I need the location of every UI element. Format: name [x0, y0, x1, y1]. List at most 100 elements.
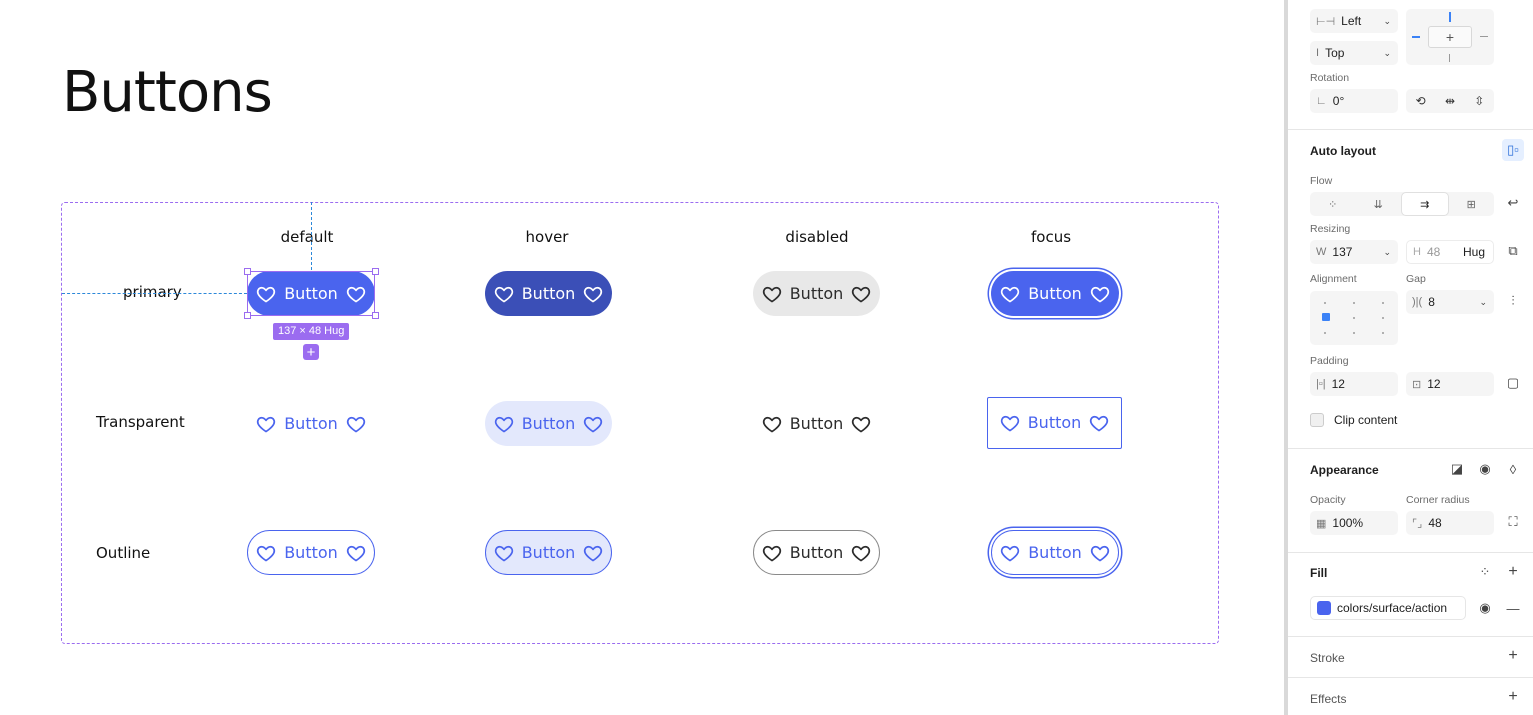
- row-label-primary: primary: [123, 283, 182, 301]
- alignment-grid[interactable]: [1310, 291, 1398, 345]
- constraint-vertical-select[interactable]: I Top ⌄: [1310, 41, 1398, 65]
- heart-icon: [762, 286, 781, 302]
- constraint-left-bar[interactable]: [1412, 36, 1420, 38]
- opacity-input[interactable]: ▦ 100%: [1310, 511, 1398, 535]
- heart-icon: [346, 416, 365, 432]
- blend-mode-drop-icon[interactable]: ◊: [1502, 458, 1524, 480]
- flow-vertical-icon[interactable]: ⇊: [1356, 192, 1402, 216]
- corner-radius-value: 48: [1428, 516, 1442, 530]
- individual-padding-icon[interactable]: ▢: [1502, 372, 1524, 394]
- add-variant-plus-icon[interactable]: +: [303, 344, 319, 360]
- resizing-label: Resizing: [1310, 223, 1351, 235]
- auto-layout-toggle-icon[interactable]: ▯▫: [1502, 139, 1524, 161]
- button-primary-hover[interactable]: Button: [485, 271, 612, 316]
- stroke-title: Stroke: [1310, 651, 1345, 665]
- flip-vertical-icon[interactable]: ⇳: [1474, 94, 1484, 108]
- constraint-widget[interactable]: +: [1406, 9, 1494, 65]
- height-input[interactable]: H 48 Hug: [1406, 240, 1494, 264]
- button-primary-default[interactable]: Button: [247, 271, 375, 316]
- wrap-icon[interactable]: ↩: [1502, 192, 1524, 214]
- padding-vertical-icon: ⊡: [1412, 378, 1422, 391]
- flow-segmented-control: ⁘ ⇊ ⇉ ⊞: [1310, 192, 1494, 216]
- rotate-icon[interactable]: ⟲: [1416, 94, 1426, 108]
- fill-title: Fill: [1310, 566, 1328, 580]
- button-label: Button: [789, 283, 844, 303]
- button-outline-disabled[interactable]: Button: [753, 530, 880, 575]
- padding-vertical-input[interactable]: ⊡ 12: [1406, 372, 1494, 396]
- button-outline-focus[interactable]: Button: [991, 530, 1119, 575]
- heart-icon: [852, 416, 871, 432]
- button-transparent-focus[interactable]: Button: [987, 397, 1122, 449]
- constraint-horizontal-value: Left: [1341, 14, 1362, 28]
- opacity-icon: ▦: [1316, 517, 1327, 530]
- corner-radius-input[interactable]: ⌜⌟ 48: [1406, 511, 1494, 535]
- rotation-input[interactable]: ∟ 0°: [1310, 89, 1398, 113]
- resize-handle-top-right[interactable]: [372, 268, 379, 275]
- constraint-center-icon[interactable]: +: [1428, 26, 1472, 48]
- constraint-bottom-bar[interactable]: [1449, 54, 1450, 62]
- individual-corners-icon[interactable]: ⛶: [1502, 511, 1524, 533]
- eye-icon[interactable]: ◉: [1474, 597, 1496, 619]
- auto-layout-title: Auto layout: [1310, 144, 1376, 158]
- variable-mode-icon[interactable]: ◪: [1446, 458, 1468, 480]
- padding-horizontal-input[interactable]: |▫| 12: [1310, 372, 1398, 396]
- flow-horizontal-icon[interactable]: ⇉: [1401, 192, 1449, 216]
- resize-to-fit-icon[interactable]: ⧉: [1502, 240, 1524, 262]
- fill-color-swatch[interactable]: [1317, 601, 1331, 615]
- add-stroke-icon[interactable]: +: [1502, 645, 1524, 667]
- clip-content-checkbox[interactable]: [1310, 413, 1324, 427]
- constraint-top-bar[interactable]: [1449, 12, 1451, 22]
- row-label-transparent: Transparent: [96, 413, 185, 431]
- flow-freeform-icon[interactable]: ⁘: [1310, 192, 1356, 216]
- button-label: Button: [284, 542, 338, 562]
- button-outline-hover[interactable]: Button: [485, 530, 612, 575]
- button-primary-disabled[interactable]: Button: [753, 271, 880, 316]
- heart-icon: [1000, 415, 1019, 432]
- resize-handle-bottom-left[interactable]: [244, 312, 251, 319]
- width-input[interactable]: W 137 ⌄: [1310, 240, 1398, 264]
- constraint-right-bar[interactable]: [1480, 36, 1488, 37]
- width-prefix: W: [1316, 246, 1327, 258]
- button-transparent-default[interactable]: Button: [247, 401, 375, 446]
- button-label: Button: [1027, 413, 1082, 432]
- remove-fill-icon[interactable]: —: [1502, 597, 1524, 619]
- measurement-guide-vertical: [311, 202, 312, 270]
- add-effect-icon[interactable]: +: [1502, 686, 1524, 708]
- button-transparent-hover[interactable]: Button: [485, 401, 612, 446]
- column-label-hover: hover: [525, 228, 569, 246]
- flip-horizontal-icon[interactable]: ⇹: [1445, 94, 1455, 108]
- section-divider: [1288, 552, 1533, 553]
- opacity-label: Opacity: [1310, 494, 1346, 506]
- fill-style-chip[interactable]: colors/surface/action: [1310, 596, 1466, 620]
- section-divider: [1288, 636, 1533, 637]
- add-fill-icon[interactable]: +: [1502, 561, 1524, 583]
- constraint-horizontal-select[interactable]: ⊢⊣ Left ⌄: [1310, 9, 1398, 33]
- angle-icon: ∟: [1316, 95, 1327, 107]
- fill-style-name: colors/surface/action: [1337, 601, 1448, 615]
- rotation-value: 0°: [1332, 94, 1345, 108]
- corner-radius-icon: ⌜⌟: [1412, 517, 1423, 530]
- flow-grid-icon[interactable]: ⊞: [1449, 192, 1495, 216]
- width-value: 137: [1332, 245, 1353, 259]
- button-label: Button: [789, 413, 844, 433]
- heart-icon: [584, 545, 603, 561]
- size-badge: 137 × 48 Hug: [273, 323, 350, 340]
- padding-horizontal-icon: |▫|: [1316, 378, 1326, 390]
- heart-icon: [257, 286, 276, 302]
- advanced-layout-settings-icon[interactable]: ⫶: [1502, 290, 1524, 312]
- style-library-icon[interactable]: ⁘: [1474, 561, 1496, 583]
- button-transparent-disabled[interactable]: Button: [753, 401, 880, 446]
- gap-value: 8: [1428, 295, 1435, 309]
- button-label: Button: [789, 542, 844, 562]
- resize-handle-top-left[interactable]: [244, 268, 251, 275]
- button-outline-default[interactable]: Button: [247, 530, 375, 575]
- appearance-title: Appearance: [1310, 463, 1379, 477]
- eye-icon[interactable]: ◉: [1474, 458, 1496, 480]
- button-primary-focus[interactable]: Button: [991, 271, 1119, 316]
- heart-icon: [1090, 545, 1109, 561]
- design-canvas[interactable]: Buttons default hover disabled focus pri…: [0, 0, 1286, 715]
- constraint-vertical-value: Top: [1325, 46, 1345, 60]
- resize-handle-bottom-right[interactable]: [372, 312, 379, 319]
- gap-input[interactable]: )|( 8 ⌄: [1406, 290, 1494, 314]
- heart-icon: [584, 286, 603, 302]
